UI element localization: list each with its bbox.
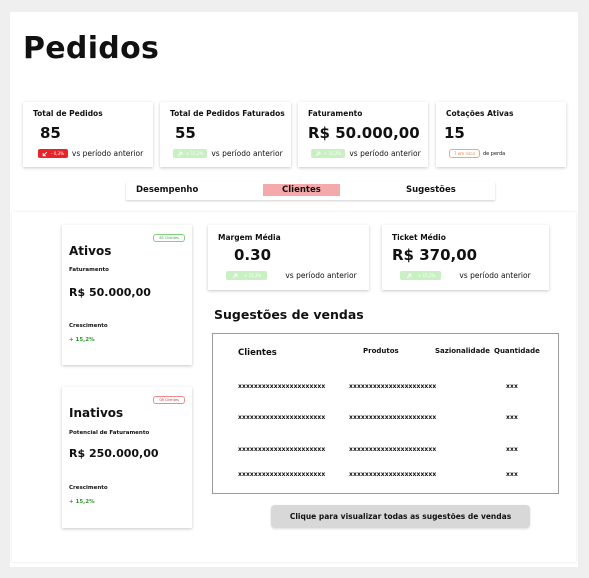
suggestions-title: Sugestões de vendas bbox=[214, 307, 364, 322]
metric-value: 0.30 bbox=[234, 246, 272, 264]
cell-produto: xxxxxxxxxxxxxxxxxxxxxx bbox=[349, 446, 437, 453]
kpi-comparison: + 15,2% vs período anterior bbox=[311, 149, 421, 158]
cell-cliente: xxxxxxxxxxxxxxxxxxxxxx bbox=[238, 471, 326, 478]
column-header-clientes: Clientes bbox=[238, 348, 277, 358]
kpi-delta-chip: - 0,3% bbox=[38, 149, 68, 158]
kpi-label: Total de Pedidos bbox=[33, 109, 103, 118]
metric-comparison: + 15,2% vs período anterior bbox=[226, 271, 357, 280]
kpi-delta-value: + 15,2% bbox=[324, 151, 342, 156]
kpi-value: R$ 50.000,00 bbox=[308, 124, 420, 142]
metric-label: Margem Média bbox=[218, 233, 281, 242]
kpi-label: Faturamento bbox=[308, 109, 363, 118]
cell-cliente: xxxxxxxxxxxxxxxxxxxxxx bbox=[238, 414, 326, 421]
kpi-comparison-note: vs período anterior bbox=[349, 149, 421, 158]
clients-count-badge: 85 Clientes bbox=[153, 234, 185, 242]
cell-cliente: xxxxxxxxxxxxxxxxxxxxxx bbox=[238, 383, 326, 390]
risk-chip: 7 em risco bbox=[449, 149, 480, 158]
clients-count-badge: 08 Clientes bbox=[153, 396, 185, 404]
clientes-section: Ativos 85 Clientes Faturamento R$ 50.000… bbox=[12, 212, 576, 562]
ativos-card[interactable]: Ativos 85 Clientes Faturamento R$ 50.000… bbox=[62, 225, 192, 365]
card-amount: R$ 250.000,00 bbox=[69, 447, 159, 460]
kpi-comparison: 7 em risco de perda bbox=[449, 149, 505, 158]
kpi-comparison: + 15,2% vs período anterior bbox=[173, 149, 283, 158]
column-header-sazionalidade: Sazionalidade bbox=[435, 347, 491, 355]
cell-quantidade: xxx bbox=[506, 414, 518, 421]
cell-produto: xxxxxxxxxxxxxxxxxxxxxx bbox=[349, 414, 437, 421]
margem-media-card: Margem Média 0.30 + 15,2% vs período ant… bbox=[208, 225, 369, 290]
column-header-quantidade: Quantidade bbox=[494, 347, 540, 355]
arrow-up-right-icon bbox=[177, 151, 183, 156]
growth-value: + 15,2% bbox=[69, 499, 95, 505]
card-sub-label: Faturamento bbox=[69, 267, 109, 273]
view-all-suggestions-button[interactable]: Clique para visualizar todas as sugestõe… bbox=[271, 505, 530, 528]
card-title: Inativos bbox=[69, 406, 124, 420]
metric-label: Ticket Médio bbox=[392, 233, 446, 242]
column-header-produtos: Produtos bbox=[363, 347, 399, 355]
growth-value: + 15,2% bbox=[69, 337, 95, 343]
arrow-up-right-icon bbox=[406, 273, 412, 278]
tab-sugestoes[interactable]: Sugestões bbox=[406, 185, 456, 195]
kpi-comparison: - 0,3% vs período anterior bbox=[38, 149, 143, 158]
kpi-comparison-note: vs período anterior bbox=[71, 149, 144, 158]
tab-bar: Desempenho Clientes Sugestões bbox=[126, 182, 495, 200]
cell-quantidade: xxx bbox=[506, 446, 518, 453]
metric-delta-chip: + 15,2% bbox=[226, 271, 268, 280]
metric-delta-value: + 15,2% bbox=[418, 273, 436, 278]
metric-delta-chip: + 15,2% bbox=[400, 271, 442, 280]
metric-comparison: + 15,2% vs período anterior bbox=[400, 271, 531, 280]
kpi-card-faturamento: Faturamento R$ 50.000,00 + 15,2% vs perí… bbox=[298, 102, 428, 167]
kpi-delta-chip: + 15,2% bbox=[173, 149, 208, 158]
cell-quantidade: xxx bbox=[506, 471, 518, 478]
metric-delta-value: + 15,2% bbox=[244, 273, 262, 278]
kpi-delta-chip: + 15,2% bbox=[311, 149, 346, 158]
cell-produto: xxxxxxxxxxxxxxxxxxxxxx bbox=[349, 471, 437, 478]
kpi-label: Total de Pedidos Faturados bbox=[170, 109, 285, 118]
card-amount: R$ 50.000,00 bbox=[69, 286, 151, 299]
suggestions-table: Clientes Produtos Sazionalidade Quantida… bbox=[212, 333, 559, 494]
tab-clientes[interactable]: Clientes bbox=[263, 184, 340, 196]
card-sub-label: Potencial de Faturamento bbox=[69, 430, 150, 436]
kpi-delta-value: - 0,3% bbox=[51, 151, 64, 156]
growth-label: Crescimento bbox=[69, 485, 108, 491]
metric-value: R$ 370,00 bbox=[392, 246, 478, 264]
kpi-comparison-note: vs período anterior bbox=[211, 149, 283, 158]
kpi-card-cotacoes-ativas: Cotações Ativas 15 7 em risco de perda bbox=[436, 102, 566, 167]
ticket-medio-card: Ticket Médio R$ 370,00 + 15,2% vs períod… bbox=[382, 225, 549, 290]
tab-desempenho[interactable]: Desempenho bbox=[136, 185, 198, 195]
metric-comparison-note: vs período anterior bbox=[285, 271, 357, 280]
arrow-down-left-icon bbox=[42, 151, 48, 156]
cell-quantidade: xxx bbox=[506, 383, 518, 390]
cell-produto: xxxxxxxxxxxxxxxxxxxxxx bbox=[349, 383, 437, 390]
growth-label: Crescimento bbox=[69, 323, 108, 329]
card-title: Ativos bbox=[69, 244, 112, 258]
kpi-card-total-pedidos: Total de Pedidos 85 - 0,3% vs período an… bbox=[23, 102, 153, 167]
kpi-label: Cotações Ativas bbox=[446, 109, 514, 118]
kpi-value: 55 bbox=[175, 124, 196, 142]
kpi-value: 15 bbox=[444, 124, 465, 142]
kpi-delta-value: + 15,2% bbox=[186, 151, 204, 156]
inativos-card[interactable]: Inativos 08 Clientes Potencial de Fatura… bbox=[62, 387, 192, 528]
page-title: Pedidos bbox=[23, 31, 160, 66]
metric-comparison-note: vs período anterior bbox=[459, 271, 531, 280]
cell-cliente: xxxxxxxxxxxxxxxxxxxxxx bbox=[238, 446, 326, 453]
arrow-up-right-icon bbox=[232, 273, 238, 278]
kpi-card-pedidos-faturados: Total de Pedidos Faturados 55 + 15,2% vs… bbox=[160, 102, 291, 167]
page-container: Pedidos Total de Pedidos 85 - 0,3% vs pe… bbox=[10, 12, 578, 567]
arrow-up-right-icon bbox=[315, 151, 321, 156]
kpi-comparison-note: de perda bbox=[482, 150, 506, 157]
kpi-value: 85 bbox=[40, 124, 61, 142]
